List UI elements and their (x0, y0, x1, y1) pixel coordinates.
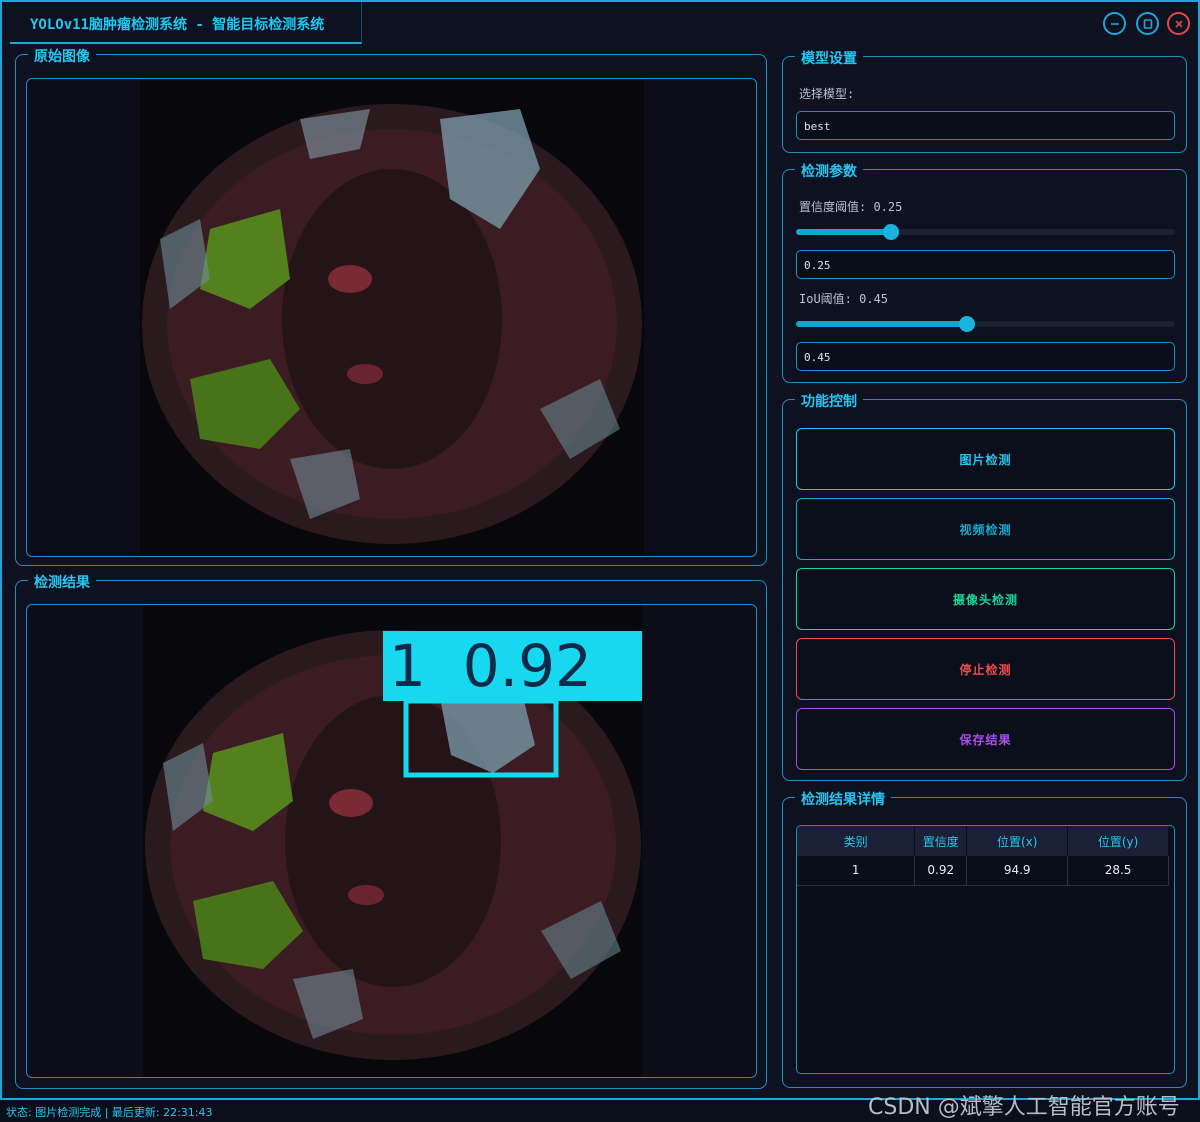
image-detect-button[interactable]: 图片检测 (796, 428, 1175, 490)
col-header-pos-x[interactable]: 位置(x) (966, 826, 1069, 856)
maximize-button[interactable] (1136, 12, 1159, 35)
conf-threshold-label: 置信度阈值: 0.25 (799, 200, 903, 214)
result-image-frame: 1 0.92 (26, 604, 757, 1078)
conf-slider-fill (796, 229, 891, 235)
detection-result-group: 检测结果 1 0.92 (15, 572, 767, 1089)
watermark: CSDN @斌擎人工智能官方账号 (868, 1095, 1180, 1120)
iou-slider-fill (796, 321, 967, 327)
conf-slider[interactable] (796, 224, 1175, 240)
stop-detect-button[interactable]: 停止检测 (796, 638, 1175, 700)
conf-value-input[interactable]: 0.25 (796, 250, 1175, 279)
iou-value-input[interactable]: 0.45 (796, 342, 1175, 371)
detect-params-title: 检测参数 (795, 161, 863, 181)
minimize-button[interactable] (1103, 12, 1126, 35)
model-select[interactable]: best (796, 111, 1175, 140)
iou-slider-handle[interactable] (958, 316, 975, 332)
detection-details-group: 检测结果详情 类别 置信度 位置(x) 位置(y) 1 0.92 94.9 28… (782, 789, 1187, 1088)
detection-details-table[interactable]: 类别 置信度 位置(x) 位置(y) 1 0.92 94.9 28.5 (796, 825, 1175, 1074)
model-select-label: 选择模型: (799, 87, 855, 101)
table-row[interactable]: 1 0.92 94.9 28.5 (797, 856, 1169, 886)
close-icon (1174, 19, 1183, 28)
detection-label-text: 1 0.92 (389, 632, 592, 700)
function-controls-title: 功能控制 (795, 391, 863, 411)
title-bar: YOLOv11脑肿瘤检测系统 - 智能目标检测系统 (2, 2, 1198, 44)
detect-params-group: 检测参数 置信度阈值: 0.25 0.25 IoU阈值: 0.45 0.45 (782, 161, 1187, 383)
iou-threshold-label: IoU阈值: 0.45 (799, 292, 889, 306)
iou-slider[interactable] (796, 316, 1175, 332)
save-result-button[interactable]: 保存结果 (796, 708, 1175, 770)
original-image-frame (26, 78, 757, 557)
cell-class: 1 (797, 856, 916, 886)
col-header-class[interactable]: 类别 (797, 826, 916, 856)
model-settings-title: 模型设置 (795, 48, 863, 68)
cell-pos-y: 28.5 (1067, 856, 1169, 886)
original-image-title: 原始图像 (28, 46, 96, 66)
minimize-icon (1110, 22, 1119, 25)
col-header-confidence[interactable]: 置信度 (914, 826, 968, 856)
model-settings-group: 模型设置 选择模型: best (782, 48, 1187, 153)
close-button[interactable] (1167, 12, 1190, 35)
result-mri-image: 1 0.92 (143, 605, 642, 1077)
detection-details-title: 检测结果详情 (795, 789, 891, 809)
brain-scan-image (142, 104, 642, 544)
camera-detect-button[interactable]: 摄像头检测 (796, 568, 1175, 630)
window-title: YOLOv11脑肿瘤检测系统 - 智能目标检测系统 (30, 17, 325, 33)
original-image-group: 原始图像 (15, 46, 767, 566)
detection-result-title: 检测结果 (28, 572, 96, 592)
table-header-row: 类别 置信度 位置(x) 位置(y) (797, 826, 1169, 856)
cell-pos-x: 94.9 (966, 856, 1069, 886)
function-controls-group: 功能控制 图片检测 视频检测 摄像头检测 停止检测 保存结果 (782, 391, 1187, 781)
maximize-icon (1143, 18, 1152, 29)
video-detect-button[interactable]: 视频检测 (796, 498, 1175, 560)
cell-confidence: 0.92 (914, 856, 968, 886)
title-tab: YOLOv11脑肿瘤检测系统 - 智能目标检测系统 (10, 2, 362, 44)
conf-slider-handle[interactable] (882, 224, 899, 240)
col-header-pos-y[interactable]: 位置(y) (1067, 826, 1169, 856)
app-window: YOLOv11脑肿瘤检测系统 - 智能目标检测系统 原始图像 检测结果 1 0.… (0, 0, 1200, 1100)
original-mri-image (140, 79, 644, 556)
